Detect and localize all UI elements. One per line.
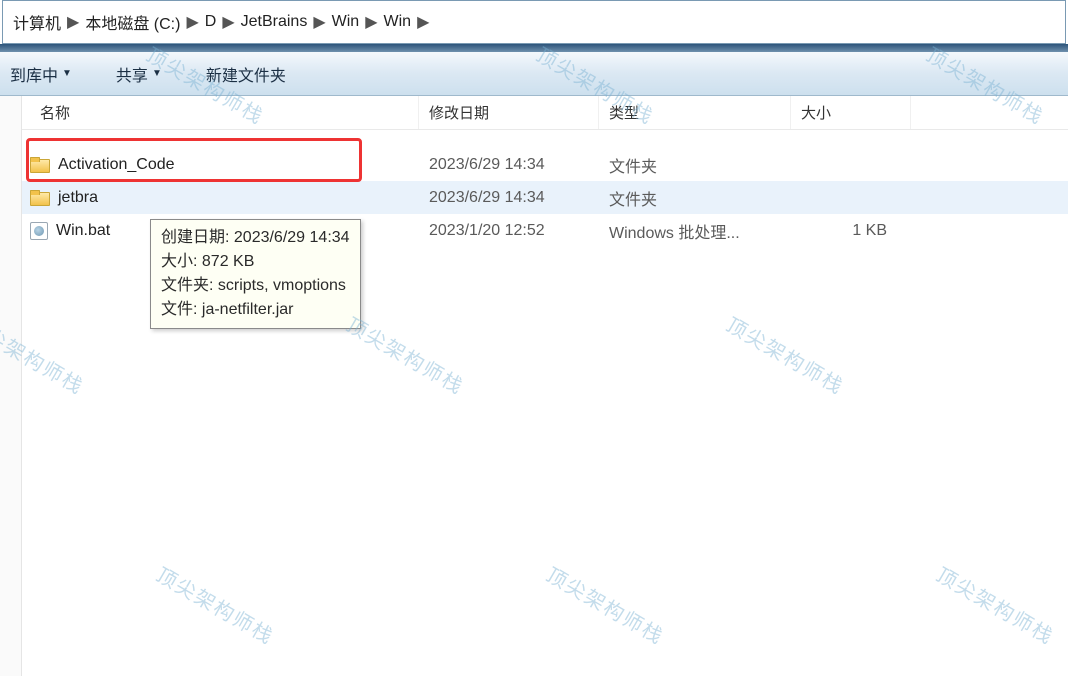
file-name: Activation_Code	[58, 156, 175, 174]
tooltip: 创建日期: 2023/6/29 14:34大小: 872 KB文件夹: scri…	[150, 219, 361, 329]
toolbar-label: 到库中	[10, 62, 58, 86]
column-name[interactable]: 名称	[22, 96, 419, 129]
include-in-library-button[interactable]: 到库中 ▼	[0, 52, 82, 95]
breadcrumb-item[interactable]: 计算机	[9, 10, 65, 34]
breadcrumb-item[interactable]: JetBrains	[237, 13, 312, 31]
folder-icon	[30, 157, 50, 173]
column-size[interactable]: 大小	[791, 96, 911, 129]
chevron-right-icon: ▶	[184, 12, 200, 32]
file-row[interactable]: jetbra 2023/6/29 14:34文件夹	[22, 181, 1068, 214]
chevron-right-icon: ▶	[65, 12, 81, 32]
breadcrumb-item[interactable]: Win	[328, 13, 364, 31]
breadcrumb-item[interactable]: 本地磁盘 (C:)	[81, 10, 184, 34]
chevron-right-icon: ▶	[311, 12, 327, 32]
dropdown-icon: ▼	[152, 68, 162, 79]
file-name: Win.bat	[56, 222, 110, 240]
chevron-right-icon: ▶	[363, 12, 379, 32]
file-name: jetbra	[58, 189, 98, 207]
toolbar-label: 新建文件夹	[206, 62, 286, 86]
toolbar-label: 共享	[116, 62, 148, 86]
chevron-right-icon: ▶	[415, 12, 431, 32]
file-list: 名称 修改日期 类型 大小 Activation_Code 2023/6/29 1…	[22, 96, 1068, 676]
share-button[interactable]: 共享 ▼	[106, 52, 172, 95]
file-size: 1 KB	[791, 222, 911, 240]
file-type: 文件夹	[599, 186, 791, 210]
breadcrumb-item[interactable]: Win	[380, 13, 416, 31]
separator	[0, 44, 1068, 52]
dropdown-icon: ▼	[62, 68, 72, 79]
file-type: Windows 批处理...	[599, 219, 791, 243]
file-date: 2023/6/29 14:34	[419, 189, 599, 207]
folder-icon	[30, 190, 50, 206]
file-date: 2023/6/29 14:34	[419, 156, 599, 174]
column-type[interactable]: 类型	[599, 96, 791, 129]
column-date[interactable]: 修改日期	[419, 96, 599, 129]
file-type: 文件夹	[599, 153, 791, 177]
chevron-right-icon: ▶	[220, 12, 236, 32]
new-folder-button[interactable]: 新建文件夹	[196, 52, 296, 95]
column-headers: 名称 修改日期 类型 大小	[22, 96, 1068, 130]
batch-file-icon	[30, 222, 48, 240]
tooltip-line: 文件: ja-netfilter.jar	[161, 298, 350, 322]
tooltip-line: 创建日期: 2023/6/29 14:34	[161, 226, 350, 250]
breadcrumb-item[interactable]: D	[201, 13, 221, 31]
nav-pane[interactable]	[0, 96, 22, 676]
file-date: 2023/1/20 12:52	[419, 222, 599, 240]
tooltip-line: 大小: 872 KB	[161, 250, 350, 274]
address-bar[interactable]: 计算机 ▶ 本地磁盘 (C:) ▶ D ▶ JetBrains ▶ Win ▶ …	[2, 0, 1066, 44]
toolbar: 到库中 ▼ 共享 ▼ 新建文件夹	[0, 52, 1068, 96]
file-row[interactable]: Activation_Code 2023/6/29 14:34文件夹	[22, 148, 1068, 181]
tooltip-line: 文件夹: scripts, vmoptions	[161, 274, 350, 298]
